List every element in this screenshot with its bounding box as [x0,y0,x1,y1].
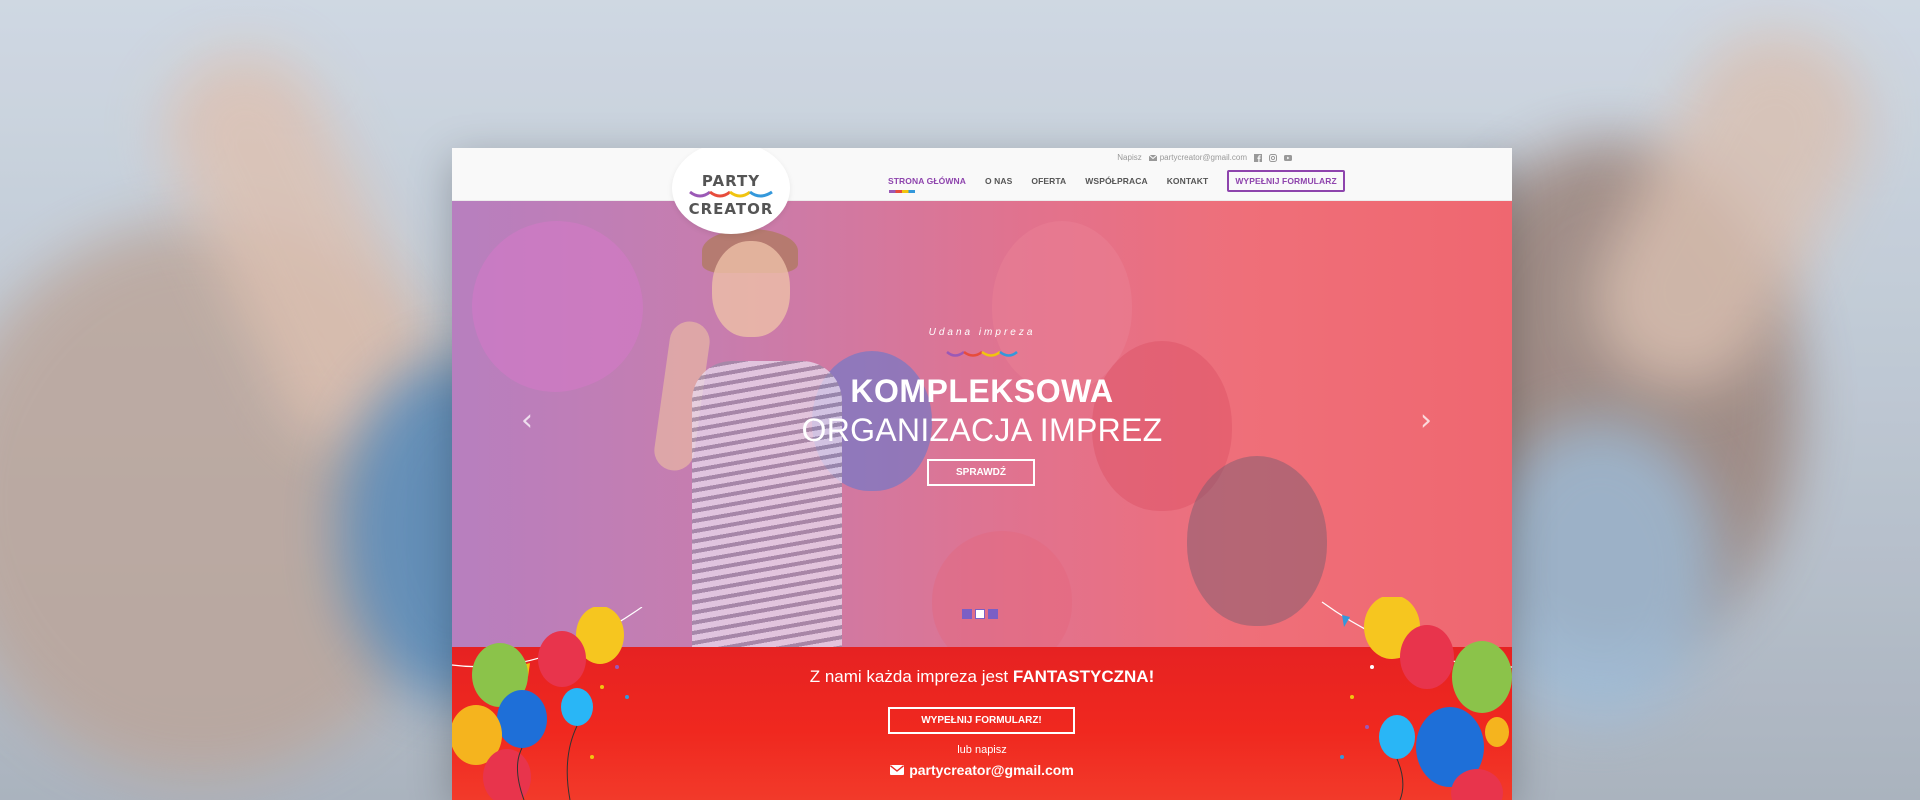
slider-prev-arrow-icon[interactable]: ‹ [521,406,541,436]
nav-item-contact[interactable]: KONTAKT [1167,176,1209,186]
check-button[interactable]: SPRAWDŹ [927,459,1035,486]
nav-item-offer[interactable]: OFERTA [1031,176,1066,186]
balloon [1187,456,1327,626]
hero-title-bold: KOMPLEKSOWA [850,373,1114,409]
topbar: Napisz partycreator@gmail.com [1117,153,1292,162]
cta-fill-form-button[interactable]: WYPEŁNIJ FORMULARZ! [888,707,1075,734]
cta-email-link[interactable]: partycreator@gmail.com [452,762,1512,778]
nav-item-home[interactable]: STRONA GŁÓWNA [888,176,966,193]
hero-eyebrow: Udana impreza [928,327,1036,338]
slider-dot[interactable] [962,609,972,619]
site-header: Napisz partycreator@gmail.com STRONA GŁÓ… [452,148,1512,201]
slider-pagination [962,609,998,619]
cta-or-label: lub napisz [957,744,1007,756]
topbar-email-link[interactable]: partycreator@gmail.com [1148,153,1247,162]
cta-email: partycreator@gmail.com [909,762,1074,778]
write-label: Napisz [1117,153,1142,162]
website-mockup: Napisz partycreator@gmail.com STRONA GŁÓ… [452,148,1512,800]
topbar-email: partycreator@gmail.com [1159,153,1247,162]
slider-dot[interactable] [988,609,998,619]
cta-title-prefix: Z nami każda impreza jest [809,667,1013,686]
fill-form-button[interactable]: WYPEŁNIJ FORMULARZ [1227,170,1345,192]
logo-wave-icon [689,190,773,198]
wave-divider-icon [946,351,1018,357]
instagram-icon[interactable] [1269,153,1277,162]
logo-text-creator: CREATOR [688,200,774,218]
slider-dot-active[interactable] [975,609,985,619]
slider-next-arrow-icon[interactable]: › [1420,406,1440,436]
youtube-icon[interactable] [1284,154,1292,162]
main-nav: STRONA GŁÓWNA O NAS OFERTA WSPÓŁPRACA KO… [888,170,1345,193]
logo-text-party: PARTY [701,172,761,190]
cta-section: Z nami każda impreza jest FANTASTYCZNA! … [452,597,1512,800]
cta-title: Z nami każda impreza jest FANTASTYCZNA! [452,667,1512,687]
hero-title-light: ORGANIZACJA IMPREZ [801,412,1163,448]
envelope-icon [1148,154,1157,161]
envelope-icon [890,765,905,775]
cta-title-bold: FANTASTYCZNA! [1012,667,1155,686]
nav-item-cooperation[interactable]: WSPÓŁPRACA [1085,176,1147,186]
nav-item-about[interactable]: O NAS [985,176,1012,186]
facebook-icon[interactable] [1254,153,1262,162]
balloon [992,221,1132,391]
balloon [932,531,1072,647]
hero-slider: Udana impreza KOMPLEKSOWA ORGANIZACJA IM… [452,201,1512,647]
